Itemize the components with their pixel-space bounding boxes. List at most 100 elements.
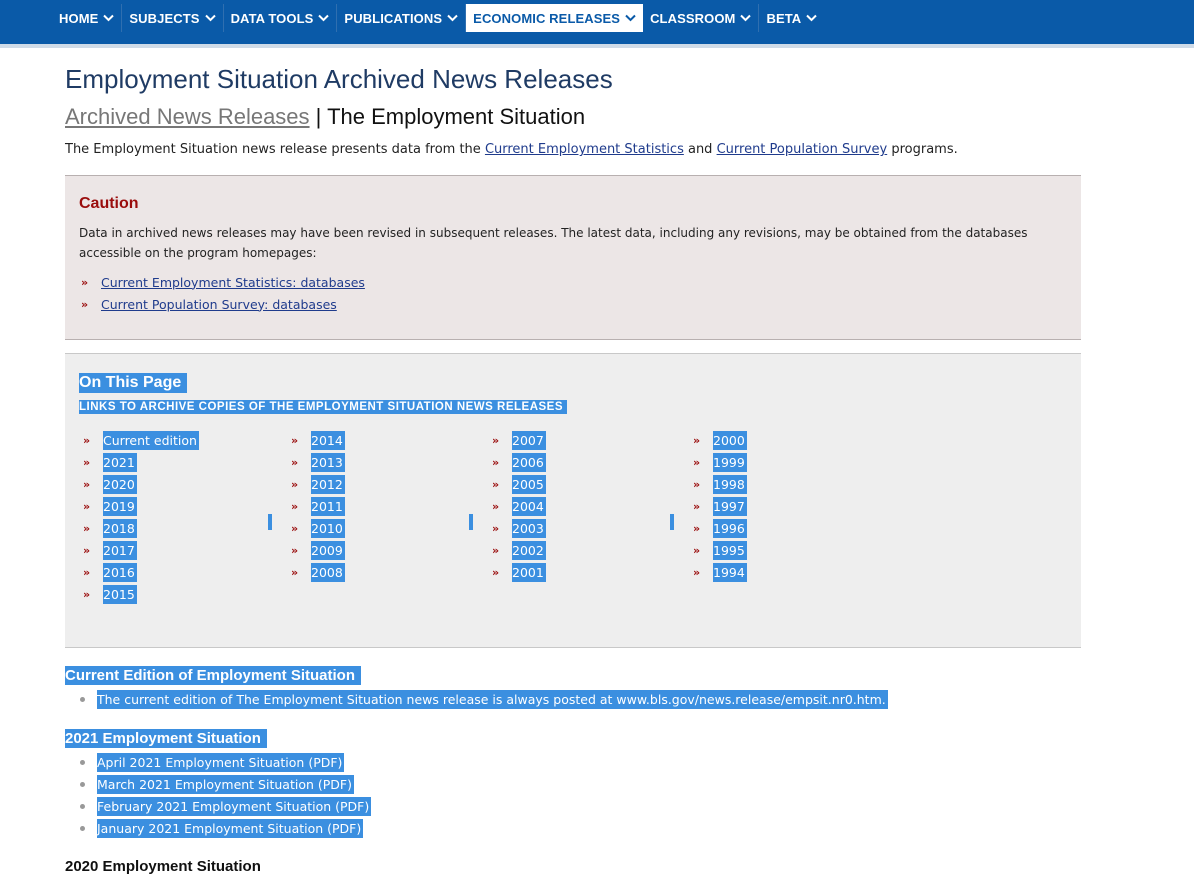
- archived-news-releases-link[interactable]: Archived News Releases: [65, 104, 310, 129]
- nav-menu: HOME SUBJECTS DATA TOOLS PUBLICATIONS EC…: [52, 4, 824, 32]
- year-link[interactable]: 2016: [103, 562, 137, 582]
- year-link[interactable]: 2001: [512, 562, 546, 582]
- year-link[interactable]: 2014: [311, 430, 345, 450]
- double-chevron-icon: »: [81, 275, 89, 289]
- list-item: » 1999: [693, 451, 747, 473]
- year-link[interactable]: 1999: [713, 452, 747, 472]
- double-chevron-icon: »: [492, 477, 500, 491]
- year-link[interactable]: 2005: [512, 474, 546, 494]
- list-item: » 2003: [492, 517, 546, 539]
- double-chevron-icon: »: [693, 543, 701, 557]
- list-item: » 2015: [83, 583, 199, 605]
- double-chevron-icon: »: [291, 565, 299, 579]
- ces-databases-link[interactable]: Current Employment Statistics: databases: [101, 275, 365, 290]
- year-link[interactable]: 2003: [512, 518, 546, 538]
- year-link[interactable]: 2019: [103, 496, 137, 516]
- year-link[interactable]: 2007: [512, 430, 546, 450]
- current-edition-list: The current edition of The Employment Si…: [80, 688, 888, 710]
- year-link[interactable]: 1998: [713, 474, 747, 494]
- page-title: Employment Situation Archived News Relea…: [65, 64, 613, 94]
- year-link[interactable]: Current edition: [103, 430, 199, 450]
- year-link[interactable]: 2018: [103, 518, 137, 538]
- nav-beta-label: BETA: [766, 10, 802, 26]
- section-heading-2020: 2020 Employment Situation: [65, 858, 261, 875]
- year-link[interactable]: 2008: [311, 562, 345, 582]
- nav-divider: [0, 44, 1194, 48]
- top-navigation-bar: HOME SUBJECTS DATA TOOLS PUBLICATIONS EC…: [0, 0, 1194, 44]
- year-link[interactable]: 1994: [713, 562, 747, 582]
- list-item: » 2000: [693, 429, 747, 451]
- double-chevron-icon: »: [693, 455, 701, 469]
- list-item: » 2004: [492, 495, 546, 517]
- year-link[interactable]: 1995: [713, 540, 747, 560]
- year-link[interactable]: 1997: [713, 496, 747, 516]
- double-chevron-icon: »: [83, 477, 91, 491]
- release-pdf-link[interactable]: March 2021 Employment Situation (PDF): [97, 774, 354, 794]
- year-link[interactable]: 2006: [512, 452, 546, 472]
- bullet-icon: [80, 759, 85, 765]
- year-link[interactable]: 2012: [311, 474, 345, 494]
- list-item: » 2008: [291, 561, 345, 583]
- list-item: » 2019: [83, 495, 199, 517]
- year-link[interactable]: 2021: [103, 452, 137, 472]
- nav-home-label: HOME: [59, 10, 99, 26]
- nav-classroom-label: CLASSROOM: [650, 10, 736, 26]
- nav-publications[interactable]: PUBLICATIONS: [337, 4, 467, 32]
- double-chevron-icon: »: [693, 477, 701, 491]
- nav-data-tools[interactable]: DATA TOOLS: [224, 4, 338, 32]
- double-chevron-icon: »: [693, 521, 701, 535]
- on-this-page-title: On This Page: [79, 373, 188, 393]
- cps-program-link[interactable]: Current Population Survey: [717, 142, 888, 157]
- double-chevron-icon: »: [291, 477, 299, 491]
- list-item: » 2014: [291, 429, 345, 451]
- year-link[interactable]: 2002: [512, 540, 546, 560]
- nav-subjects[interactable]: SUBJECTS: [122, 4, 224, 32]
- double-chevron-icon: »: [83, 499, 91, 513]
- ces-program-link[interactable]: Current Employment Statistics: [485, 142, 684, 157]
- list-item: » Current edition: [83, 429, 199, 451]
- nav-publications-label: PUBLICATIONS: [344, 10, 443, 26]
- bullet-icon: [80, 825, 85, 831]
- year-link[interactable]: 2010: [311, 518, 345, 538]
- year-link[interactable]: 2000: [713, 430, 747, 450]
- on-this-page-box: On This Page LINKS TO ARCHIVE COPIES OF …: [65, 353, 1081, 648]
- nav-data-tools-label: DATA TOOLS: [230, 10, 314, 26]
- list-item: » 1998: [693, 473, 747, 495]
- year-link[interactable]: 2015: [103, 584, 137, 604]
- year-column-3: » 2007 » 2006 » 2005 » 2004 » 2003 » 2002 » 200…: [492, 429, 546, 583]
- double-chevron-icon: »: [291, 433, 299, 447]
- release-pdf-link[interactable]: April 2021 Employment Situation (PDF): [97, 752, 345, 772]
- nav-economic-releases[interactable]: ECONOMIC RELEASES: [466, 4, 644, 32]
- year-link[interactable]: 2009: [311, 540, 345, 560]
- caution-title: Caution: [79, 195, 139, 212]
- year-link[interactable]: 2020: [103, 474, 137, 494]
- selection-marker: [670, 514, 674, 530]
- double-chevron-icon: »: [83, 455, 91, 469]
- release-pdf-link[interactable]: February 2021 Employment Situation (PDF): [97, 796, 372, 816]
- bullet-icon: [80, 803, 85, 809]
- year-link[interactable]: 2011: [311, 496, 345, 516]
- list-item: » 2012: [291, 473, 345, 495]
- list-item: » 2020: [83, 473, 199, 495]
- double-chevron-icon: »: [83, 521, 91, 535]
- year-link[interactable]: 2004: [512, 496, 546, 516]
- list-item: » 2002: [492, 539, 546, 561]
- list-item: March 2021 Employment Situation (PDF): [80, 773, 371, 795]
- double-chevron-icon: »: [291, 455, 299, 469]
- list-item: » 1994: [693, 561, 747, 583]
- double-chevron-icon: »: [492, 543, 500, 557]
- caution-text: Data in archived news releases may have …: [79, 226, 1028, 260]
- nav-beta[interactable]: BETA: [759, 4, 824, 32]
- year-link[interactable]: 2017: [103, 540, 137, 560]
- nav-home[interactable]: HOME: [52, 4, 123, 32]
- release-pdf-link[interactable]: January 2021 Employment Situation (PDF): [97, 818, 364, 838]
- year-link[interactable]: 2013: [311, 452, 345, 472]
- nav-classroom[interactable]: CLASSROOM: [643, 4, 760, 32]
- nav-economic-releases-label: ECONOMIC RELEASES: [473, 10, 621, 26]
- list-item: » 2013: [291, 451, 345, 473]
- caution-box: Caution Data in archived news releases m…: [65, 175, 1081, 340]
- list-item: » Current Employment Statistics: database…: [81, 271, 365, 293]
- double-chevron-icon: »: [291, 543, 299, 557]
- year-link[interactable]: 1996: [713, 518, 747, 538]
- cps-databases-link[interactable]: Current Population Survey: databases: [101, 297, 337, 312]
